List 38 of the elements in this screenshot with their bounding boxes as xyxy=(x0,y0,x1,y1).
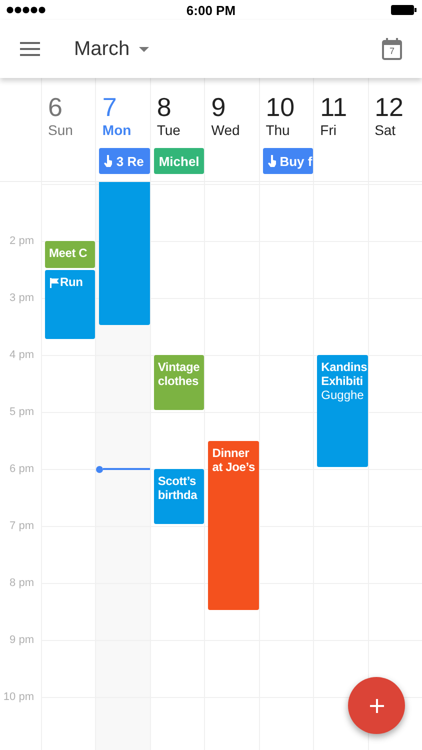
day-header[interactable]: 11 Fri xyxy=(314,78,368,144)
day-header[interactable]: 8 Tue xyxy=(150,78,204,144)
hour-label: 9 pm xyxy=(10,634,34,646)
day-header[interactable]: 7 Mon xyxy=(96,78,150,144)
hand-icon xyxy=(104,155,114,167)
month-dropdown[interactable]: March xyxy=(74,38,149,60)
caret-icon xyxy=(138,46,149,52)
today-button[interactable]: 7 xyxy=(382,38,402,60)
event-block[interactable]: Dinner at Joe’s xyxy=(208,440,259,610)
plus-icon xyxy=(370,698,384,712)
hour-label: 6 pm xyxy=(10,463,34,475)
day-header[interactable]: 9 Wed xyxy=(205,78,259,144)
all-day-event[interactable]: Michel xyxy=(154,148,204,174)
event-block[interactable]: Meet C xyxy=(45,241,96,268)
hand-icon xyxy=(268,155,277,167)
hour-label: 4 pm xyxy=(10,349,34,361)
flag-icon xyxy=(50,278,59,288)
hour-label: 3 pm xyxy=(10,292,34,304)
event-block[interactable]: Kandins Exhibiti Gugghe xyxy=(317,355,368,467)
battery-icon xyxy=(391,4,417,16)
event-block[interactable]: Vintage clothes xyxy=(154,355,204,410)
current-time-line xyxy=(96,465,150,473)
day-header[interactable]: 10 Thu xyxy=(260,78,314,144)
all-day-event[interactable]: Buy f xyxy=(262,148,314,174)
signal-icon xyxy=(6,6,48,14)
day-header[interactable]: 6 Sun xyxy=(42,78,96,144)
all-day-event[interactable]: 3 Re xyxy=(99,148,150,174)
hour-label: 2 pm xyxy=(10,235,34,247)
hour-label: 5 pm xyxy=(10,406,34,418)
hour-label: 7 pm xyxy=(10,520,34,532)
status-time: 6:00 PM xyxy=(186,2,236,18)
hour-label: 8 pm xyxy=(10,577,34,589)
day-header[interactable]: 12 Sat xyxy=(368,78,422,144)
menu-icon[interactable] xyxy=(20,42,40,56)
add-button[interactable] xyxy=(348,677,405,734)
event-block[interactable]: Scott’s birthda xyxy=(154,469,204,524)
hour-label: 10 pm xyxy=(3,691,34,703)
event-block[interactable]: Run xyxy=(45,270,96,339)
